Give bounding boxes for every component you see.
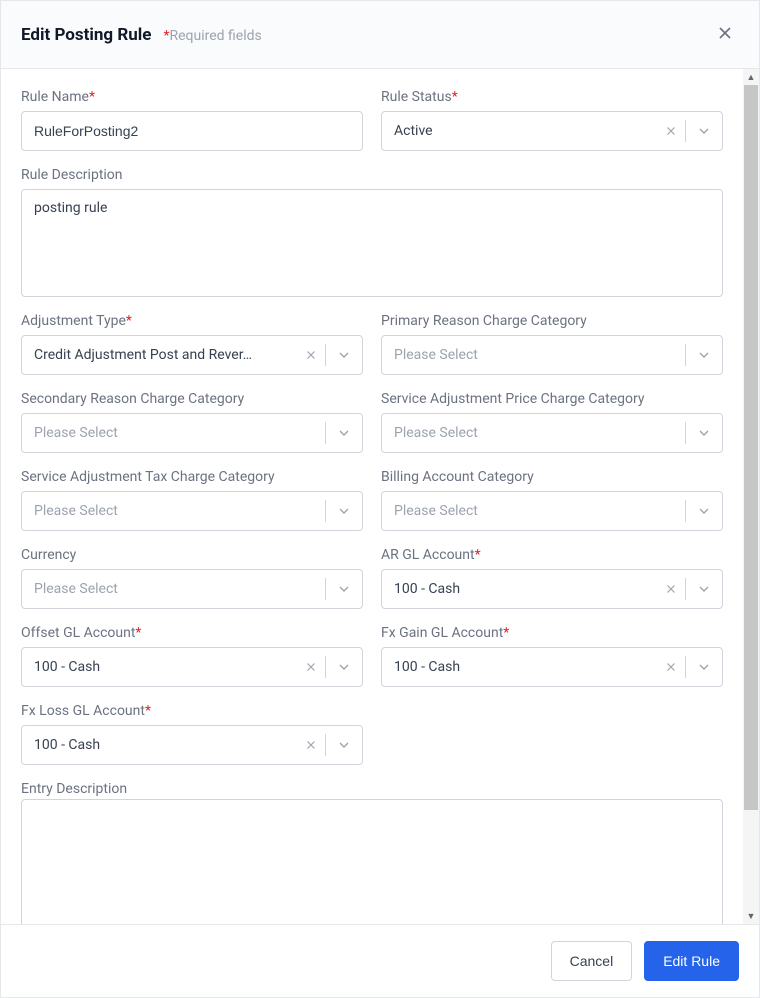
label-fx-loss-gl: Fx Loss GL Account* xyxy=(21,703,363,719)
field-billing-account-cat: Billing Account Category Please Select xyxy=(381,469,723,531)
chevron-down-icon[interactable] xyxy=(326,648,362,686)
primary-reason-select[interactable]: Please Select xyxy=(381,335,723,375)
field-rule-name: Rule Name* xyxy=(21,89,363,151)
close-icon xyxy=(715,31,735,46)
billing-account-cat-select[interactable]: Please Select xyxy=(381,491,723,531)
cancel-button[interactable]: Cancel xyxy=(551,941,633,981)
field-fx-loss-gl: Fx Loss GL Account* 100 - Cash xyxy=(21,703,363,765)
scroll-down-icon[interactable]: ▼ xyxy=(743,908,759,924)
chevron-down-icon[interactable] xyxy=(326,570,362,608)
chevron-down-icon[interactable] xyxy=(686,570,722,608)
edit-posting-rule-modal: Edit Posting Rule *Required fields Rule … xyxy=(0,0,760,998)
modal-footer: Cancel Edit Rule xyxy=(1,924,759,997)
chevron-down-icon[interactable] xyxy=(326,492,362,530)
label-rule-name: Rule Name* xyxy=(21,89,363,105)
field-fx-gain-gl: Fx Gain GL Account* 100 - Cash xyxy=(381,625,723,687)
label-fx-gain-gl: Fx Gain GL Account* xyxy=(381,625,723,641)
label-rule-status: Rule Status* xyxy=(381,89,723,105)
clear-icon[interactable] xyxy=(657,112,685,150)
edit-rule-button[interactable]: Edit Rule xyxy=(644,941,739,981)
ar-gl-value: 100 - Cash xyxy=(394,581,657,597)
chevron-down-icon[interactable] xyxy=(686,492,722,530)
chevron-down-icon[interactable] xyxy=(686,112,722,150)
clear-icon[interactable] xyxy=(657,648,685,686)
scroll-thumb[interactable] xyxy=(744,85,758,810)
entry-description-input[interactable] xyxy=(21,799,723,924)
rule-description-input[interactable] xyxy=(21,189,723,297)
label-offset-gl: Offset GL Account* xyxy=(21,625,363,641)
body-wrap: Rule Name* Rule Status* Active xyxy=(1,69,759,924)
label-billing-account-cat: Billing Account Category xyxy=(381,469,723,485)
adjustment-type-value: Credit Adjustment Post and Rever… xyxy=(34,347,297,363)
label-adjustment-type: Adjustment Type* xyxy=(21,313,363,329)
field-service-adj-tax: Service Adjustment Tax Charge Category P… xyxy=(21,469,363,531)
service-adj-tax-select[interactable]: Please Select xyxy=(21,491,363,531)
scrollbar[interactable]: ▲ ▼ xyxy=(743,69,759,924)
fx-loss-gl-value: 100 - Cash xyxy=(34,737,297,753)
clear-icon[interactable] xyxy=(297,648,325,686)
fx-loss-gl-select[interactable]: 100 - Cash xyxy=(21,725,363,765)
label-ar-gl: AR GL Account* xyxy=(381,547,723,563)
field-rule-description: Rule Description xyxy=(21,167,723,297)
chevron-down-icon[interactable] xyxy=(686,648,722,686)
rule-name-input[interactable] xyxy=(21,111,363,151)
clear-icon[interactable] xyxy=(657,570,685,608)
adjustment-type-select[interactable]: Credit Adjustment Post and Rever… xyxy=(21,335,363,375)
scroll-up-icon[interactable]: ▲ xyxy=(743,69,759,85)
secondary-reason-value: Please Select xyxy=(34,425,325,441)
field-primary-reason: Primary Reason Charge Category Please Se… xyxy=(381,313,723,375)
field-adjustment-type: Adjustment Type* Credit Adjustment Post … xyxy=(21,313,363,375)
required-fields-text: Required fields xyxy=(169,28,261,44)
label-entry-description: Entry Description xyxy=(21,781,723,797)
label-secondary-reason: Secondary Reason Charge Category xyxy=(21,391,363,407)
service-adj-price-select[interactable]: Please Select xyxy=(381,413,723,453)
chevron-down-icon[interactable] xyxy=(326,726,362,764)
clear-icon[interactable] xyxy=(297,726,325,764)
currency-value: Please Select xyxy=(34,581,325,597)
chevron-down-icon[interactable] xyxy=(686,414,722,452)
service-adj-price-value: Please Select xyxy=(394,425,685,441)
billing-account-cat-value: Please Select xyxy=(394,503,685,519)
primary-reason-value: Please Select xyxy=(394,347,685,363)
label-service-adj-price: Service Adjustment Price Charge Category xyxy=(381,391,723,407)
form-grid: Rule Name* Rule Status* Active xyxy=(21,89,723,924)
label-service-adj-tax: Service Adjustment Tax Charge Category xyxy=(21,469,363,485)
field-entry-description: Entry Description xyxy=(21,781,723,924)
chevron-down-icon[interactable] xyxy=(326,336,362,374)
offset-gl-value: 100 - Cash xyxy=(34,659,297,675)
close-button[interactable] xyxy=(711,19,739,50)
field-rule-status: Rule Status* Active xyxy=(381,89,723,151)
rule-status-select[interactable]: Active xyxy=(381,111,723,151)
field-secondary-reason: Secondary Reason Charge Category Please … xyxy=(21,391,363,453)
rule-status-value: Active xyxy=(394,123,657,139)
service-adj-tax-value: Please Select xyxy=(34,503,325,519)
chevron-down-icon[interactable] xyxy=(686,336,722,374)
header-left: Edit Posting Rule *Required fields xyxy=(21,25,262,45)
currency-select[interactable]: Please Select xyxy=(21,569,363,609)
spacer xyxy=(381,703,723,765)
ar-gl-select[interactable]: 100 - Cash xyxy=(381,569,723,609)
modal-body: Rule Name* Rule Status* Active xyxy=(1,69,743,924)
required-fields-note: *Required fields xyxy=(163,28,261,44)
label-currency: Currency xyxy=(21,547,363,563)
fx-gain-gl-value: 100 - Cash xyxy=(394,659,657,675)
fx-gain-gl-select[interactable]: 100 - Cash xyxy=(381,647,723,687)
modal-title: Edit Posting Rule xyxy=(21,25,151,45)
chevron-down-icon[interactable] xyxy=(326,414,362,452)
clear-icon[interactable] xyxy=(297,336,325,374)
field-service-adj-price: Service Adjustment Price Charge Category… xyxy=(381,391,723,453)
label-primary-reason: Primary Reason Charge Category xyxy=(381,313,723,329)
secondary-reason-select[interactable]: Please Select xyxy=(21,413,363,453)
field-currency: Currency Please Select xyxy=(21,547,363,609)
label-rule-description: Rule Description xyxy=(21,167,723,183)
modal-header: Edit Posting Rule *Required fields xyxy=(1,1,759,69)
field-offset-gl: Offset GL Account* 100 - Cash xyxy=(21,625,363,687)
offset-gl-select[interactable]: 100 - Cash xyxy=(21,647,363,687)
field-ar-gl: AR GL Account* 100 - Cash xyxy=(381,547,723,609)
